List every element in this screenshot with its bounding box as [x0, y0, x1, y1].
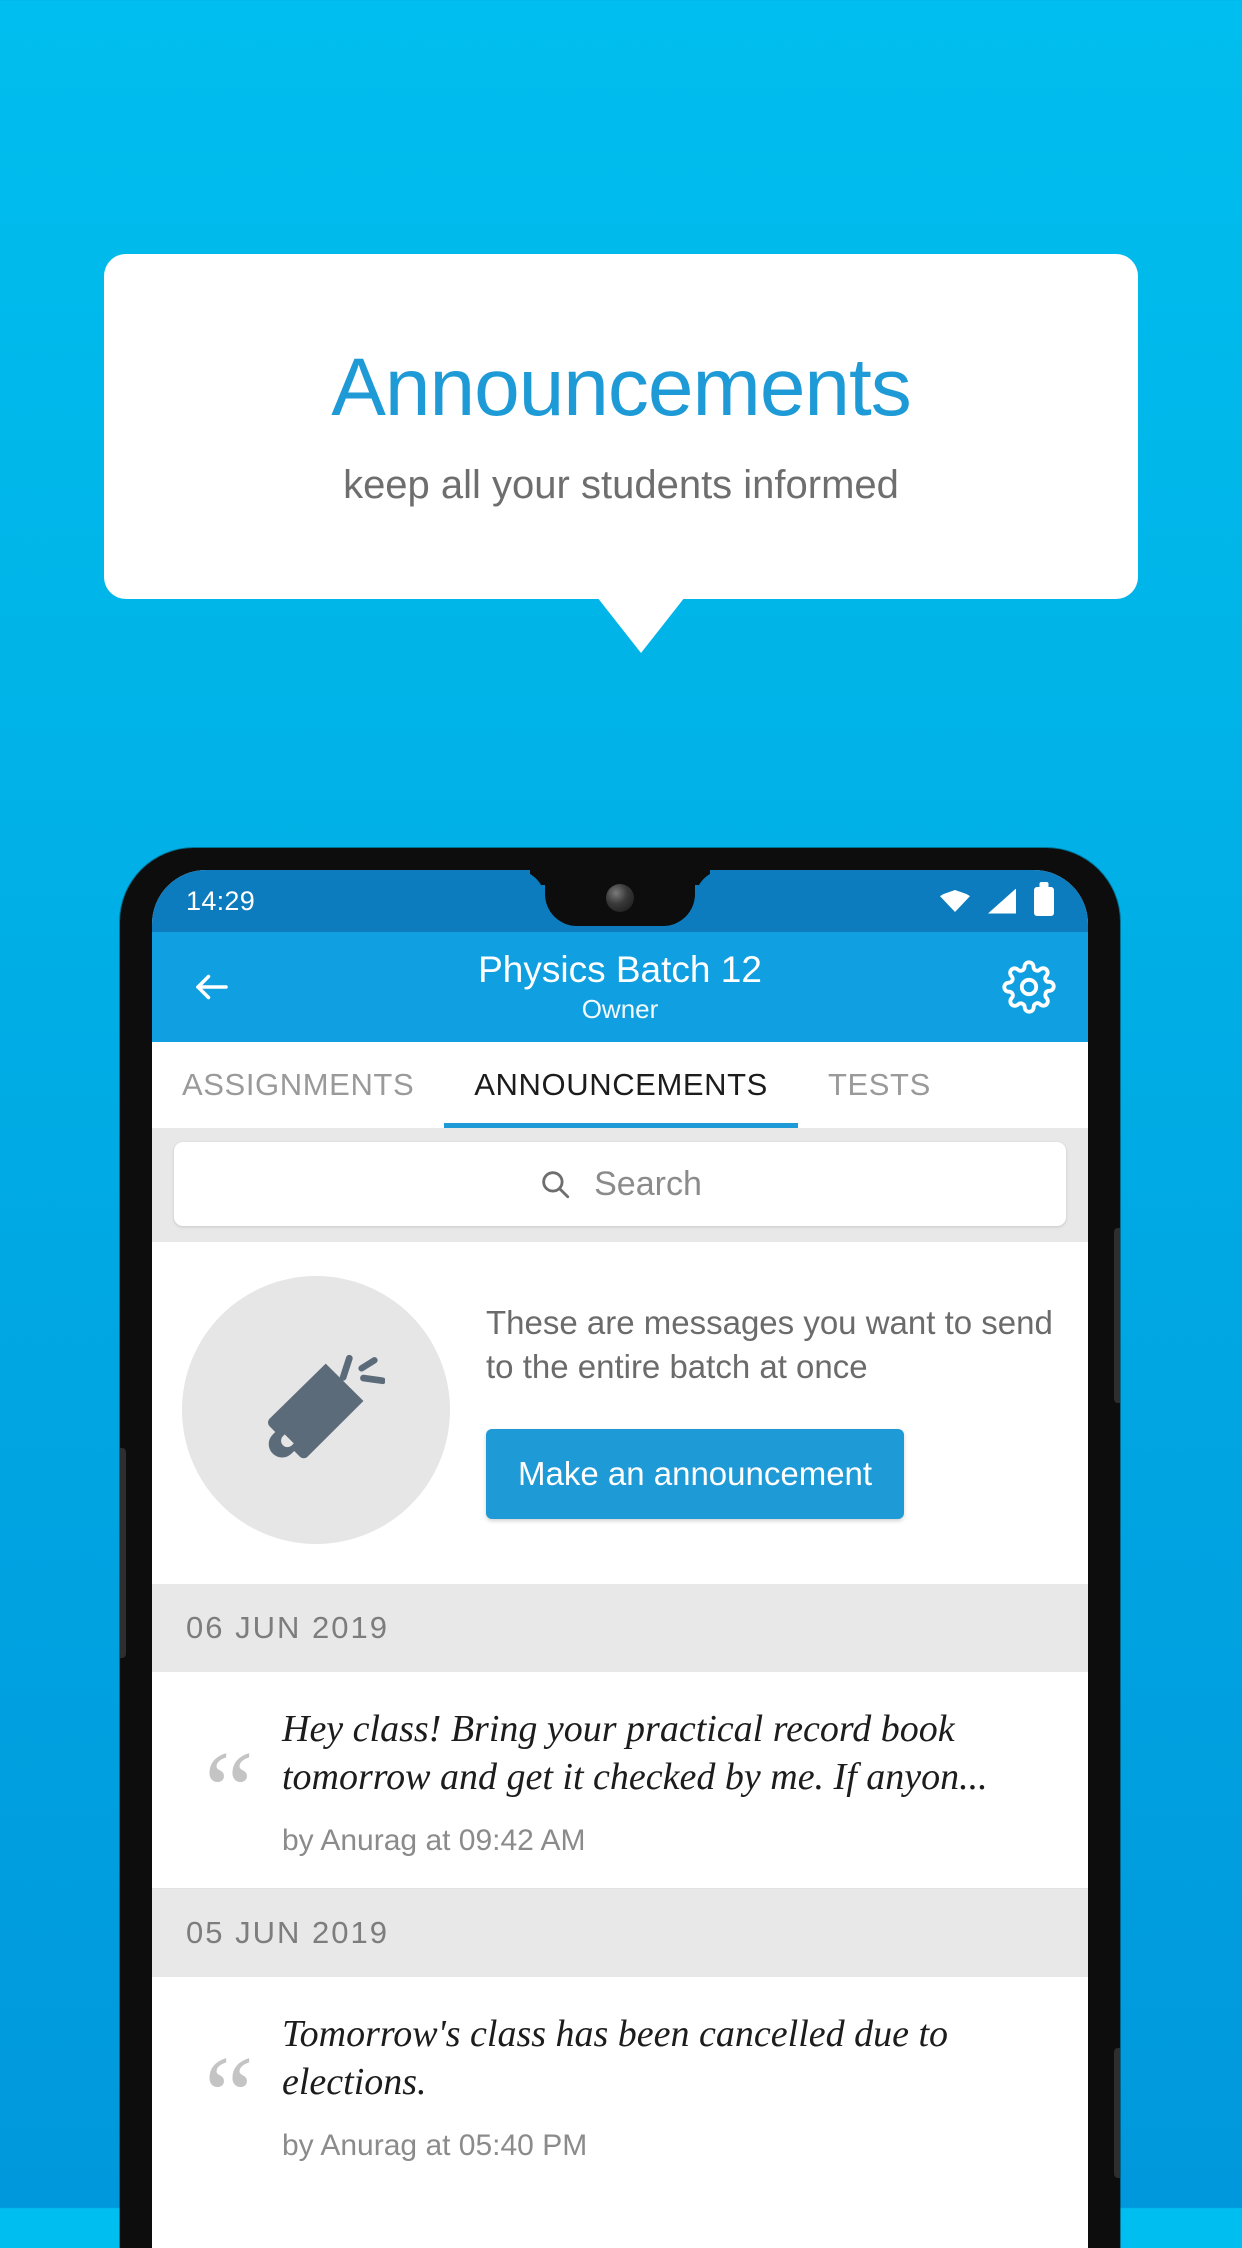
tab-assignments[interactable]: ASSIGNMENTS — [152, 1042, 444, 1128]
promo-title: Announcements — [331, 341, 912, 433]
tab-tests[interactable]: TESTS — [798, 1042, 961, 1128]
search-input[interactable]: Search — [174, 1142, 1066, 1226]
announcement-body: Hey class! Bring your practical record b… — [282, 1706, 1054, 1858]
announcement-list-item[interactable]: “ Hey class! Bring your practical record… — [152, 1672, 1088, 1888]
tab-label: TESTS — [827, 1067, 931, 1102]
quote-icon: “ — [204, 1729, 254, 1853]
app-bar: Physics Batch 12 Owner — [152, 932, 1088, 1042]
announcement-body: Tomorrow's class has been cancelled due … — [282, 2011, 1054, 2163]
phone-mockup: 14:29 Physics Batch 12 Owner ASSIGNMENTS… — [120, 848, 1120, 2248]
wifi-icon — [940, 890, 970, 912]
phone-side-button-left[interactable] — [120, 1448, 126, 1658]
promo-card: Announcements keep all your students inf… — [104, 254, 1138, 599]
promo-bubble-tail — [597, 597, 685, 653]
empty-state-content: These are messages you want to send to t… — [486, 1301, 1058, 1519]
status-icons — [940, 886, 1054, 916]
quote-icon: “ — [204, 2033, 254, 2158]
camera-notch — [545, 870, 695, 926]
tab-announcements[interactable]: ANNOUNCEMENTS — [444, 1042, 798, 1128]
signal-icon — [988, 888, 1016, 914]
phone-screen: 14:29 Physics Batch 12 Owner ASSIGNMENTS… — [152, 870, 1088, 2248]
announcement-text: Tomorrow's class has been cancelled due … — [282, 2012, 949, 2103]
make-announcement-button[interactable]: Make an announcement — [486, 1428, 905, 1519]
status-time: 14:29 — [186, 885, 256, 916]
date-header: 06 JUN 2019 — [152, 1584, 1088, 1672]
announcement-meta: by Anurag at 05:40 PM — [282, 2128, 588, 2162]
megaphone-icon — [182, 1276, 450, 1544]
search-icon — [538, 1167, 572, 1201]
announcement-list-item[interactable]: “ Tomorrow's class has been cancelled du… — [152, 1976, 1088, 2193]
tab-label: ANNOUNCEMENTS — [474, 1067, 768, 1102]
app-bar-titles: Physics Batch 12 Owner — [152, 949, 1088, 1026]
search-placeholder: Search — [594, 1164, 702, 1203]
phone-power-button[interactable] — [1114, 2048, 1120, 2178]
page-subtitle: Owner — [581, 994, 659, 1025]
battery-icon — [1034, 886, 1054, 916]
page-title: Physics Batch 12 — [478, 948, 762, 990]
back-arrow-icon[interactable] — [184, 959, 240, 1015]
phone-volume-button[interactable] — [1114, 1228, 1120, 1403]
promo-subtitle: keep all your students informed — [343, 463, 899, 508]
tab-bar: ASSIGNMENTS ANNOUNCEMENTS TESTS ’ — [152, 1042, 1088, 1128]
empty-state-card: These are messages you want to send to t… — [152, 1242, 1088, 1584]
date-header: 05 JUN 2019 — [152, 1888, 1088, 1977]
announcement-meta: by Anurag at 09:42 AM — [282, 1823, 586, 1857]
front-camera-icon — [606, 884, 634, 912]
gear-icon[interactable] — [1002, 960, 1056, 1014]
status-bar: 14:29 — [152, 870, 1088, 932]
tab-label: ASSIGNMENTS — [182, 1067, 415, 1102]
search-section: Search — [152, 1128, 1088, 1242]
announcement-text: Hey class! Bring your practical record b… — [282, 1708, 988, 1798]
tab-next-partial[interactable]: ’ — [961, 1042, 979, 1128]
empty-state-description: These are messages you want to send to t… — [486, 1304, 1053, 1385]
